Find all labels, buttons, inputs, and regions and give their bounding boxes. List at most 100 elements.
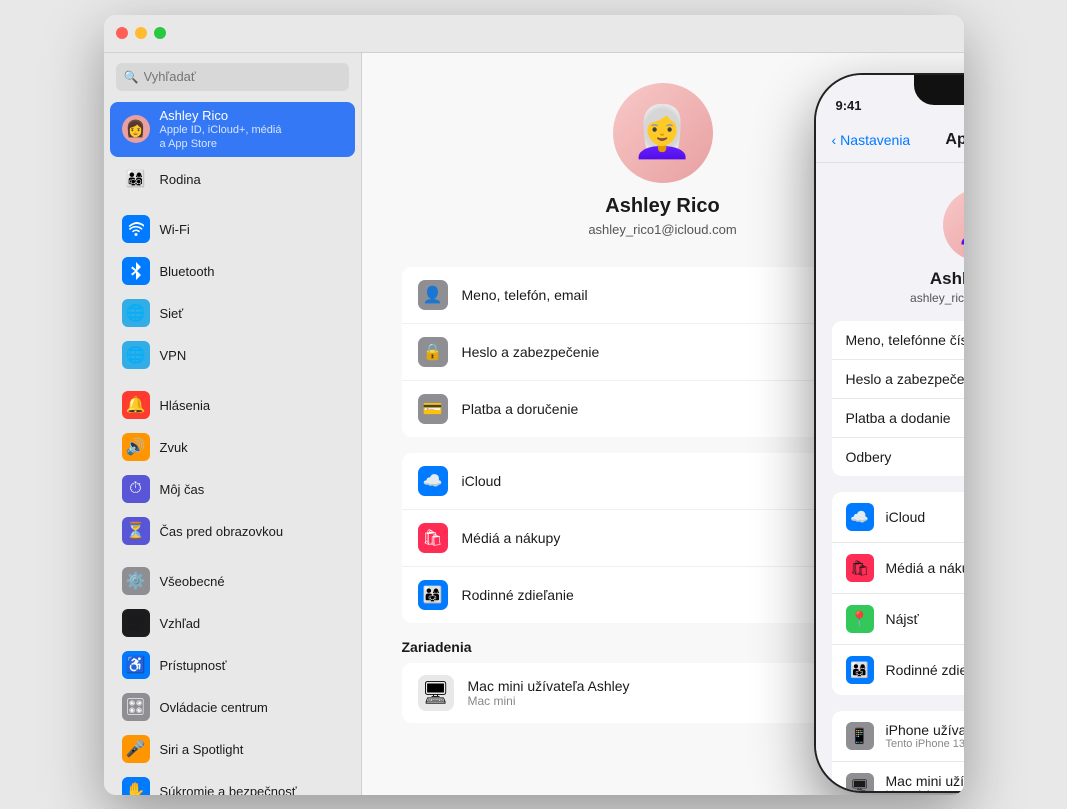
hlasenia-label: Hlásenia xyxy=(160,398,211,413)
status-time: 9:41 xyxy=(836,98,862,113)
wifi-icon xyxy=(122,215,150,243)
family-label: Rodinné zdieľanie xyxy=(462,587,574,603)
sidebar-item-pristupnost[interactable]: ♿ Prístupnosť xyxy=(110,645,355,685)
sidebar-item-wifi[interactable]: Wi-Fi xyxy=(110,209,355,249)
iphone-screen: 9:41 ▮▮▮▮ 📶 🔋 ‹ Nastavenia xyxy=(816,75,964,791)
iphone-icloud-icon: ☁️ xyxy=(846,503,874,531)
user-name: Ashley Rico xyxy=(160,108,282,123)
icloud-icon: ☁️ xyxy=(418,466,448,496)
iphone-odbery-cell[interactable]: Odbery › xyxy=(832,438,964,476)
iphone-devices-section: 📱 iPhone užívateľa Ashley Tento iPhone 1… xyxy=(832,711,964,791)
media-label: Médiá a nákupy xyxy=(462,530,561,546)
iphone-meno-cell[interactable]: Meno, telefónne čísla, email › xyxy=(832,321,964,360)
iphone-services-section: ☁️ iCloud 50 GB › 🛍 Médiá a nákupy › xyxy=(832,492,964,695)
iphone-icloud-label: iCloud xyxy=(886,509,964,525)
wifi-label: Wi-Fi xyxy=(160,222,190,237)
iphone-odbery-label: Odbery xyxy=(846,449,964,465)
vzhiad-icon: 🖥 xyxy=(122,609,150,637)
icloud-label: iCloud xyxy=(462,473,502,489)
search-icon: 🔍 xyxy=(124,70,139,84)
sidebar-item-rodina[interactable]: 👨‍👩‍👧‍👦 Rodina xyxy=(110,159,355,199)
vseobecne-icon: ⚙️ xyxy=(122,567,150,595)
hlasenia-icon: 🔔 xyxy=(122,391,150,419)
iphone-profile-name: Ashley Rico xyxy=(930,269,964,289)
iphone-family-label: Rodinné zdieľanie xyxy=(886,662,964,678)
sidebar-item-sukromie[interactable]: ✋ Súkromie a bezpečnosť xyxy=(110,771,355,794)
iphone-icloud-cell[interactable]: ☁️ iCloud 50 GB › xyxy=(832,492,964,543)
iphone-identity-section: Meno, telefónne čísla, email › Heslo a z… xyxy=(832,321,964,476)
vseobecne-label: Všeobecné xyxy=(160,574,225,589)
search-input[interactable] xyxy=(116,63,349,91)
traffic-lights xyxy=(116,27,166,39)
cas-pred-icon: ⏳ xyxy=(122,517,150,545)
sidebar-item-vpn[interactable]: 🌐 VPN xyxy=(110,335,355,375)
iphone-najst-cell[interactable]: 📍 Nájsť › xyxy=(832,594,964,645)
iphone-platba-cell[interactable]: Platba a dodanie Žiadne › xyxy=(832,399,964,438)
iphone-device-icon: 📱 xyxy=(846,722,874,750)
sidebar-item-siri[interactable]: 🎤 Siri a Spotlight xyxy=(110,729,355,769)
iphone-device-model: Tento iPhone 13 Pro xyxy=(886,738,964,750)
back-label: Nastavenia xyxy=(840,132,910,148)
bluetooth-label: Bluetooth xyxy=(160,264,215,279)
sidebar-item-siet[interactable]: 🌐 Sieť xyxy=(110,293,355,333)
maximize-button[interactable] xyxy=(154,27,166,39)
sidebar: 🔍 👩 Ashley Rico Apple ID, iCloud+, médiá… xyxy=(104,53,362,795)
main-content: 👩‍🦳 Ashley Rico ashley_rico1@icloud.com … xyxy=(362,53,964,795)
sidebar-item-ovladacie[interactable]: 🎛 Ovládacie centrum xyxy=(110,687,355,727)
iphone-meno-label: Meno, telefónne čísla, email xyxy=(846,332,964,348)
iphone-najst-label: Nájsť xyxy=(886,611,964,627)
iphone-mac-name: Mac mini užívateľa Ashley xyxy=(886,773,964,789)
vpn-label: VPN xyxy=(160,348,187,363)
bluetooth-icon xyxy=(122,257,150,285)
user-avatar: 👩 xyxy=(122,115,150,143)
siet-icon: 🌐 xyxy=(122,299,150,327)
back-chevron: ‹ xyxy=(832,132,837,148)
sidebar-item-bluetooth[interactable]: Bluetooth xyxy=(110,251,355,291)
moj-cas-label: Môj čas xyxy=(160,482,205,497)
sidebar-item-user[interactable]: 👩 Ashley Rico Apple ID, iCloud+, médiáa … xyxy=(110,102,355,158)
iphone-avatar: 👩‍🦳 UPRAVIŤ xyxy=(943,189,964,261)
iphone-media-cell[interactable]: 🛍 Médiá a nákupy › xyxy=(832,543,964,594)
sidebar-item-moj-cas[interactable]: ⏱ Môj čas xyxy=(110,469,355,509)
sidebar-item-cas-pred[interactable]: ⏳ Čas pred obrazovkou xyxy=(110,511,355,551)
family-icon: 👨‍👩‍👧 xyxy=(418,580,448,610)
iphone-family-cell[interactable]: 👨‍👩‍👧 Rodinné zdieľanie Will, Olivia a d… xyxy=(832,645,964,695)
vzhiad-label: Vzhľad xyxy=(160,616,201,631)
iphone-device-name: iPhone užívateľa Ashley xyxy=(886,722,964,738)
sidebar-item-vseobecne[interactable]: ⚙️ Všeobecné xyxy=(110,561,355,601)
titlebar xyxy=(104,15,964,53)
mac-mini-icon: 🖥 xyxy=(418,675,454,711)
cas-pred-label: Čas pred obrazovkou xyxy=(160,524,284,539)
minimize-button[interactable] xyxy=(135,27,147,39)
back-button[interactable]: ‹ Nastavenia xyxy=(832,132,911,148)
platba-icon: 💳 xyxy=(418,394,448,424)
ovladacie-icon: 🎛 xyxy=(122,693,150,721)
iphone-overlay: 9:41 ▮▮▮▮ 📶 🔋 ‹ Nastavenia xyxy=(814,73,964,793)
close-button[interactable] xyxy=(116,27,128,39)
heslo-label: Heslo a zabezpečenie xyxy=(462,344,600,360)
sidebar-item-zvuk[interactable]: 🔊 Zvuk xyxy=(110,427,355,467)
meno-label: Meno, telefón, email xyxy=(462,287,588,303)
iphone-mac-cell[interactable]: 🖥 Mac mini užívateľa Ashley Mac mini › xyxy=(832,762,964,791)
media-icon: 🛍 xyxy=(418,523,448,553)
iphone-platba-label: Platba a dodanie xyxy=(846,410,964,426)
heslo-icon: 🔒 xyxy=(418,337,448,367)
iphone-media-icon: 🛍 xyxy=(846,554,874,582)
device-name: Mac mini užívateľa Ashley xyxy=(468,678,630,694)
iphone-mac-icon: 🖥 xyxy=(846,773,874,791)
iphone-profile-email: ashley_rico1@icloud.com xyxy=(910,291,963,305)
mac-window: 🔍 👩 Ashley Rico Apple ID, iCloud+, médiá… xyxy=(104,15,964,795)
window-body: 🔍 👩 Ashley Rico Apple ID, iCloud+, médiá… xyxy=(104,53,964,795)
iphone-najst-icon: 📍 xyxy=(846,605,874,633)
iphone-iphone-cell[interactable]: 📱 iPhone užívateľa Ashley Tento iPhone 1… xyxy=(832,711,964,762)
iphone-frame: 9:41 ▮▮▮▮ 📶 🔋 ‹ Nastavenia xyxy=(814,73,964,793)
zvuk-icon: 🔊 xyxy=(122,433,150,461)
sukromie-label: Súkromie a bezpečnosť xyxy=(160,784,297,795)
iphone-family-icon: 👨‍👩‍👧 xyxy=(846,656,874,684)
user-subtitle: Apple ID, iCloud+, médiáa App Store xyxy=(160,123,282,152)
sidebar-item-hlasenia[interactable]: 🔔 Hlásenia xyxy=(110,385,355,425)
profile-name: Ashley Rico xyxy=(605,195,719,218)
iphone-heslo-cell[interactable]: Heslo a zabezpečenie › xyxy=(832,360,964,399)
sidebar-item-vzhiad[interactable]: 🖥 Vzhľad xyxy=(110,603,355,643)
search-container: 🔍 xyxy=(116,63,349,91)
